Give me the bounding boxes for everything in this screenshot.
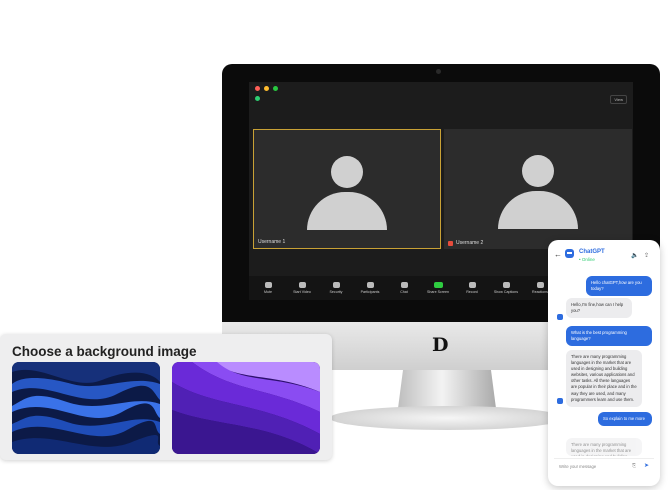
participant-name: Username 2 — [448, 240, 483, 246]
background-picker-panel: Choose a background image — [0, 334, 332, 460]
chat-message-user: What is the best programming language? — [566, 326, 652, 347]
chat-message-bot: There are many programming languages in … — [566, 438, 642, 456]
reactions-icon — [536, 282, 544, 288]
camera-dot — [436, 69, 441, 74]
chat-input-placeholder: Write your message — [559, 464, 597, 469]
video-icon — [298, 282, 306, 288]
monitor-logo: D — [432, 334, 449, 356]
monitor-base — [330, 406, 565, 430]
send-icon[interactable]: ➤ — [644, 462, 649, 469]
mic-icon — [264, 282, 272, 288]
video-tile-participant-2[interactable]: Username 2 — [444, 129, 632, 249]
chat-title: ChatGPT — [579, 249, 605, 255]
video-tile-participant-1[interactable]: Username 1 — [253, 129, 441, 249]
share-screen-icon — [433, 282, 443, 288]
background-option-blue-waves[interactable] — [12, 362, 160, 454]
mute-button[interactable]: Mute — [251, 282, 285, 294]
shield-icon — [332, 282, 340, 288]
maximize-icon[interactable] — [273, 86, 278, 91]
view-button[interactable]: View — [610, 95, 627, 104]
attach-icon[interactable]: ⎘ — [632, 463, 636, 469]
chat-message-bot: Hello,I'm fine,how can I help you? — [566, 298, 632, 319]
bot-avatar-icon — [565, 249, 574, 258]
security-button[interactable]: Security — [319, 282, 353, 294]
minimize-icon[interactable] — [264, 86, 269, 91]
back-arrow-icon[interactable]: ← — [554, 250, 562, 259]
speaker-icon[interactable]: 🔈 — [631, 252, 638, 259]
encryption-icon[interactable] — [255, 96, 260, 101]
chat-status: • Online — [579, 257, 595, 262]
participants-button[interactable]: Participants — [353, 282, 387, 294]
avatar-placeholder-icon — [307, 156, 387, 230]
start-video-button[interactable]: Start Video — [285, 282, 319, 294]
mic-muted-icon — [448, 240, 453, 246]
record-button[interactable]: Record — [455, 282, 489, 294]
chat-header: ← ChatGPT • Online 🔈 ⇪ — [548, 240, 660, 266]
record-icon — [468, 282, 476, 288]
avatar-placeholder-icon — [498, 155, 578, 229]
chat-message-bot: There are many programming languages in … — [566, 350, 642, 407]
chat-icon — [400, 282, 408, 288]
captions-icon — [502, 282, 510, 288]
participants-icon — [366, 282, 374, 288]
chatgpt-panel: ← ChatGPT • Online 🔈 ⇪ Hello chatGPT,how… — [548, 240, 660, 486]
chat-input[interactable]: Write your message ⎘ ➤ — [554, 458, 654, 472]
background-picker-title: Choose a background image — [12, 344, 197, 359]
window-controls — [255, 86, 278, 91]
background-option-purple-waves[interactable] — [172, 362, 320, 454]
share-icon[interactable]: ⇪ — [644, 252, 649, 259]
participant-name: Username 1 — [258, 239, 286, 245]
close-icon[interactable] — [255, 86, 260, 91]
bot-avatar-icon — [557, 398, 563, 404]
captions-button[interactable]: Show Captions — [489, 282, 523, 294]
share-screen-button[interactable]: Share Screen — [421, 282, 455, 294]
chat-message-user: So explain to me more — [598, 412, 652, 427]
bot-avatar-icon — [557, 314, 563, 320]
chat-button[interactable]: Chat — [387, 282, 421, 294]
chat-message-user: Hello chatGPT,how are you today? — [586, 276, 652, 297]
